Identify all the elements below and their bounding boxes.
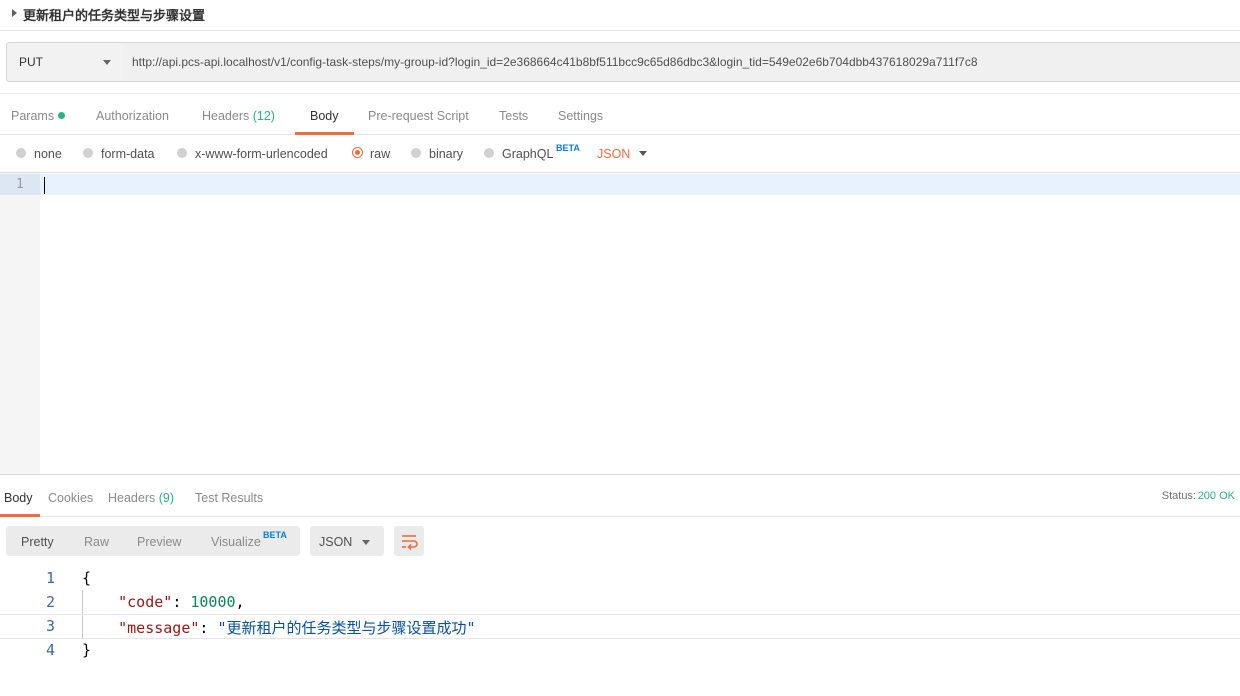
radio-form-data-label[interactable]: form-data [101, 147, 155, 161]
radio-raw-label[interactable]: raw [370, 147, 390, 161]
json-key-code: "code" [118, 593, 173, 611]
tab-tests[interactable]: Tests [499, 94, 539, 134]
radio-graphql[interactable] [484, 148, 494, 158]
radio-binary[interactable] [411, 148, 421, 158]
body-type-selector: none form-data x-www-form-urlencoded raw… [0, 134, 1240, 172]
radio-raw[interactable] [352, 147, 363, 158]
code-line: 1 { [0, 566, 1240, 590]
tab-headers-label: Headers [202, 109, 250, 123]
raw-button[interactable]: Raw [84, 535, 109, 549]
code-line: 4 } [0, 638, 1240, 662]
tab-params[interactable]: Params [11, 94, 71, 134]
tab-prerequest-script[interactable]: Pre-request Script [368, 94, 478, 134]
tab-authorization[interactable]: Authorization [96, 94, 176, 134]
tab-body-label: Body [310, 109, 339, 123]
response-tab-test-results[interactable]: Test Results [195, 475, 267, 516]
response-tab-cookies-label: Cookies [48, 491, 94, 505]
radio-binary-label[interactable]: binary [429, 147, 463, 161]
headers-count: (12) [252, 109, 275, 123]
response-toolbar: Pretty Raw Preview Visualize BETA JSON [0, 516, 1240, 562]
chevron-down-icon [362, 540, 370, 545]
visualize-button[interactable]: Visualize [211, 535, 261, 549]
code-line-number: 3 [45, 617, 55, 635]
status-label: Status: [1161, 490, 1196, 502]
response-tabs: Body Cookies Headers (9) Test Results St… [0, 474, 1240, 517]
visualize-beta-badge: BETA [263, 530, 287, 540]
code-line-number: 2 [45, 593, 55, 611]
radio-none[interactable] [16, 148, 26, 158]
json-value-code: 10000 [190, 593, 236, 611]
response-view-group: Pretty Raw Preview Visualize BETA [6, 526, 300, 556]
url-input[interactable]: http://api.pcs-api.localhost/v1/config-t… [123, 42, 1240, 82]
tab-settings[interactable]: Settings [558, 94, 618, 134]
editor-gutter [0, 173, 40, 474]
body-editor[interactable]: 1 [0, 172, 1240, 474]
tab-body[interactable]: Body [295, 94, 354, 135]
response-body-viewer[interactable]: 1 { 2 "code": 10000, 3 "message": "更新租户的… [0, 566, 1240, 696]
response-tab-cookies[interactable]: Cookies [48, 475, 98, 516]
code-line: 3 "message": "更新租户的任务类型与步骤设置成功" [0, 614, 1240, 639]
params-indicator-dot [58, 112, 65, 119]
wrap-lines-button[interactable] [394, 526, 424, 556]
url-text: http://api.pcs-api.localhost/v1/config-t… [132, 55, 978, 69]
tab-headers[interactable]: Headers (12) [202, 94, 280, 134]
request-tabs: Params Authorization Headers (12) Body P… [0, 93, 1240, 135]
code-line: 2 "code": 10000, [0, 590, 1240, 615]
editor-line-number: 1 [16, 177, 24, 192]
tab-prerequest-label: Pre-request Script [368, 109, 469, 123]
response-headers-count: (9) [158, 491, 175, 505]
url-bar: PUT http://api.pcs-api.localhost/v1/conf… [6, 42, 1240, 82]
response-tab-headers-label: Headers [108, 491, 156, 505]
language-select[interactable]: JSON [597, 147, 630, 161]
response-tab-headers[interactable]: Headers (9) [108, 475, 180, 516]
tab-params-label: Params [11, 109, 55, 123]
response-format-label: JSON [319, 535, 353, 549]
collapse-caret-icon[interactable] [12, 9, 17, 17]
radio-form-data[interactable] [83, 148, 93, 158]
response-tab-test-results-label: Test Results [195, 491, 264, 505]
method-select[interactable]: PUT [6, 42, 124, 82]
wrap-lines-icon [402, 535, 418, 551]
response-format-select[interactable]: JSON [310, 526, 384, 556]
request-title: 更新租户的任务类型与步骤设置 [23, 9, 206, 24]
radio-graphql-label[interactable]: GraphQL [502, 147, 553, 161]
radio-urlencoded-label[interactable]: x-www-form-urlencoded [195, 147, 328, 161]
method-label: PUT [19, 55, 43, 69]
code-line-number: 1 [45, 569, 55, 587]
chevron-down-icon[interactable] [639, 151, 647, 156]
editor-active-line[interactable] [40, 174, 1240, 195]
json-key-message: "message" [118, 619, 200, 637]
chevron-down-icon [103, 60, 111, 65]
request-title-bar[interactable]: 更新租户的任务类型与步骤设置 [0, 0, 1240, 31]
status-value: 200 OK [1197, 490, 1235, 502]
response-tab-body[interactable]: Body [0, 475, 40, 517]
graphql-beta-badge: BETA [556, 143, 580, 153]
code-line-number: 4 [45, 641, 55, 659]
tab-tests-label: Tests [499, 109, 529, 123]
radio-urlencoded[interactable] [177, 148, 187, 158]
response-tab-body-label: Body [4, 491, 33, 505]
json-value-message: "更新租户的任务类型与步骤设置成功" [217, 619, 476, 637]
radio-none-label[interactable]: none [34, 147, 62, 161]
tab-settings-label: Settings [558, 109, 604, 123]
code-open-brace: { [82, 569, 92, 587]
tab-authorization-label: Authorization [96, 109, 169, 123]
code-close-brace: } [82, 641, 92, 659]
pretty-button[interactable]: Pretty [21, 535, 54, 549]
preview-button[interactable]: Preview [137, 535, 181, 549]
text-cursor [44, 177, 45, 194]
